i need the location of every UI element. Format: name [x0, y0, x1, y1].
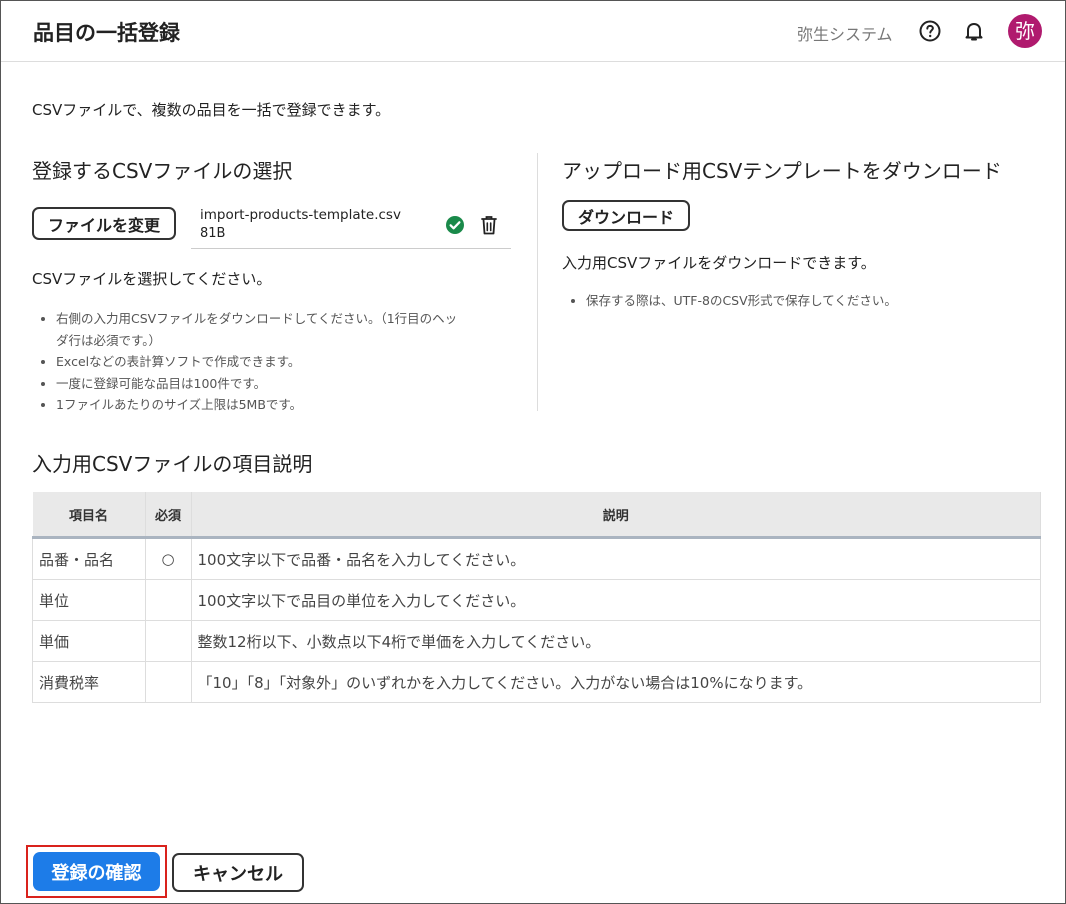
upload-notes: 右側の入力用CSVファイルをダウンロードしてください。（1行目のヘッ ダ行は必須…: [32, 308, 546, 416]
selected-file: import-products-template.csv 81B: [191, 204, 511, 249]
page-title: 品目の一括登録: [33, 21, 180, 45]
list-item: 一度に登録可能な品目は100件です。: [56, 373, 546, 395]
download-button[interactable]: ダウンロード: [562, 200, 690, 231]
spec-section-title: 入力用CSVファイルの項目説明: [32, 452, 313, 476]
bell-icon[interactable]: [962, 19, 986, 43]
spec-table: 項目名 必須 説明 品番・品名 ○ 100文字以下で品番・品名を入力してください…: [32, 492, 1041, 703]
section-divider: [537, 153, 538, 411]
list-item: 右側の入力用CSVファイルをダウンロードしてください。（1行目のヘッ: [56, 308, 546, 330]
item-name-cell: 品番・品名: [32, 537, 146, 580]
column-header-name: 項目名: [32, 492, 146, 539]
column-header-description: 説明: [191, 492, 1041, 539]
table-row: 単価 整数12桁以下、小数点以下4桁で単価を入力してください。: [32, 620, 1041, 662]
file-name: import-products-template.csv: [200, 207, 401, 223]
download-section-title: アップロード用CSVテンプレートをダウンロード: [562, 159, 1002, 183]
upload-section-title: 登録するCSVファイルの選択: [32, 159, 293, 183]
item-name-cell: 消費税率: [32, 661, 146, 703]
description-cell: 「10」「8」「対象外」のいずれかを入力してください。入力がない場合は10%にな…: [190, 661, 1041, 703]
confirm-button[interactable]: 登録の確認: [33, 852, 160, 891]
trash-icon[interactable]: [479, 214, 499, 236]
required-cell: [144, 661, 192, 703]
list-item: 1ファイルあたりのサイズ上限は5MBです。: [56, 394, 546, 416]
select-file-prompt: CSVファイルを選択してください。: [32, 270, 272, 288]
table-row: 単位 100文字以下で品目の単位を入力してください。: [32, 579, 1041, 621]
description-cell: 100文字以下で品番・品名を入力してください。: [190, 537, 1041, 580]
confirm-highlight: 登録の確認: [26, 845, 167, 898]
required-cell: ○: [144, 537, 192, 580]
required-cell: [144, 579, 192, 621]
check-circle-icon: [446, 216, 464, 234]
cancel-button[interactable]: キャンセル: [172, 853, 304, 892]
table-header-row: 項目名 必須 説明: [32, 492, 1041, 539]
company-name: 弥生システム: [797, 25, 893, 44]
intro-text: CSVファイルで、複数の品目を一括で登録できます。: [32, 101, 391, 119]
download-description: 入力用CSVファイルをダウンロードできます。: [562, 254, 876, 272]
app-header: 品目の一括登録 弥生システム 弥: [1, 1, 1065, 62]
list-item: Excelなどの表計算ソフトで作成できます。: [56, 351, 546, 373]
item-name-cell: 単位: [32, 579, 146, 621]
required-cell: [144, 620, 192, 662]
description-cell: 整数12桁以下、小数点以下4桁で単価を入力してください。: [190, 620, 1041, 662]
file-size: 81B: [200, 226, 226, 241]
list-item: 保存する際は、UTF-8のCSV形式で保存してください。: [586, 290, 1056, 312]
item-name-cell: 単価: [32, 620, 146, 662]
description-cell: 100文字以下で品目の単位を入力してください。: [190, 579, 1041, 621]
download-notes: 保存する際は、UTF-8のCSV形式で保存してください。: [562, 290, 1056, 312]
help-circle-icon[interactable]: [918, 19, 942, 43]
avatar[interactable]: 弥: [1008, 14, 1042, 48]
list-item: ダ行は必須です。）: [56, 332, 162, 348]
table-row: 品番・品名 ○ 100文字以下で品番・品名を入力してください。: [32, 537, 1041, 580]
table-row: 消費税率 「10」「8」「対象外」のいずれかを入力してください。入力がない場合は…: [32, 661, 1041, 703]
column-header-required: 必須: [145, 492, 192, 539]
change-file-button[interactable]: ファイルを変更: [32, 207, 176, 240]
